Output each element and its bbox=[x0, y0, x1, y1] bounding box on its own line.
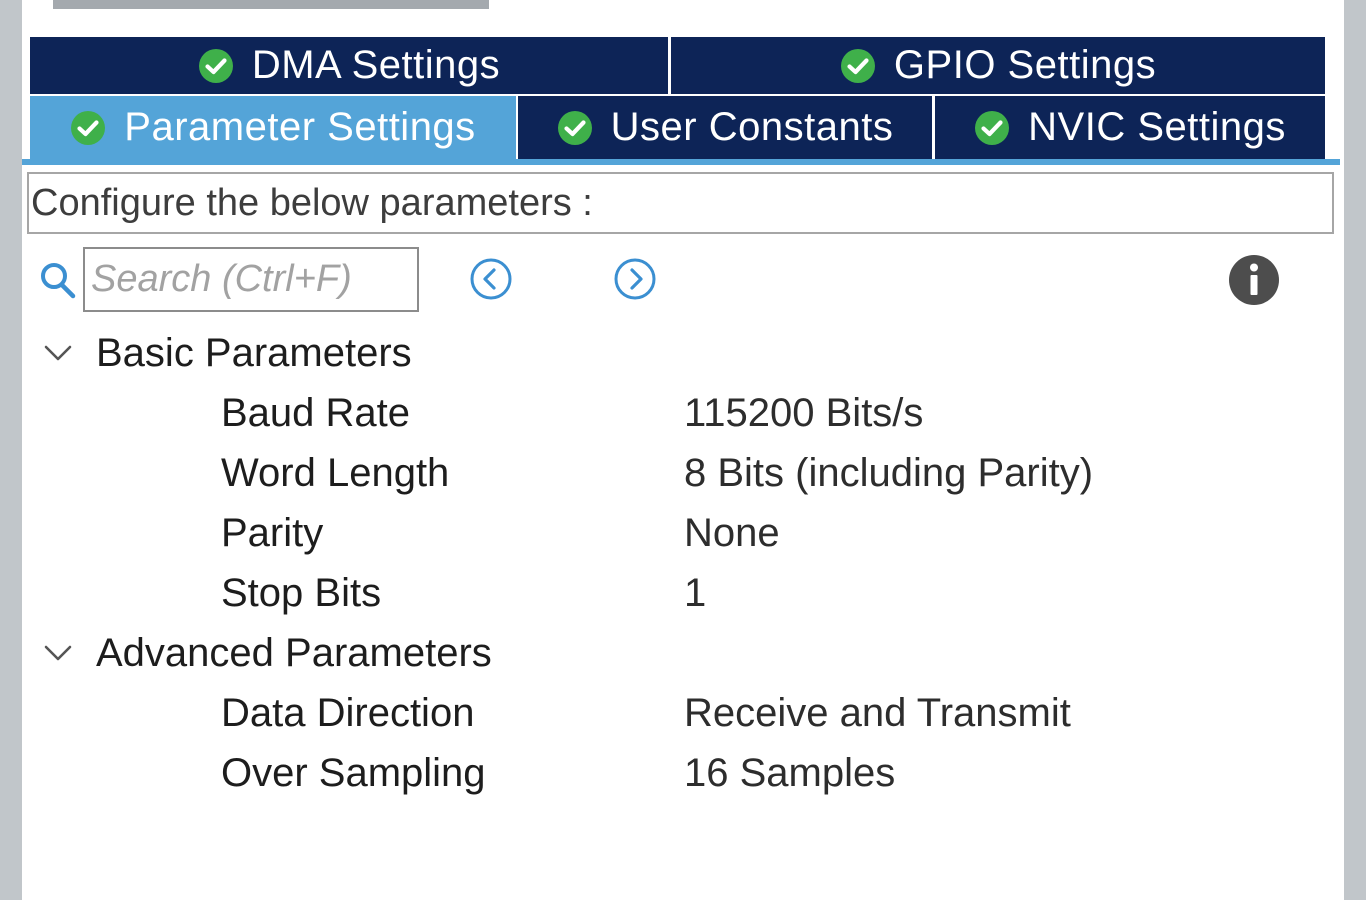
param-parity[interactable]: Parity bbox=[221, 508, 323, 558]
group-title: Advanced Parameters bbox=[96, 630, 492, 675]
tab-label: NVIC Settings bbox=[1028, 105, 1286, 149]
tab-label: Parameter Settings bbox=[124, 105, 476, 149]
search-input[interactable] bbox=[83, 247, 419, 312]
param-baud-rate[interactable]: Baud Rate bbox=[221, 388, 410, 438]
check-circle-icon bbox=[557, 110, 592, 145]
chevron-down-icon bbox=[44, 645, 72, 661]
param-word-length-value[interactable]: 8 Bits (including Parity) bbox=[684, 448, 1093, 498]
search-icon bbox=[41, 263, 76, 299]
horizontal-scrollbar-thumb[interactable] bbox=[53, 0, 489, 9]
tab-label: User Constants bbox=[610, 105, 894, 149]
check-circle-icon bbox=[975, 110, 1010, 145]
config-header-label: Configure the below parameters : bbox=[31, 181, 593, 224]
config-header: Configure the below parameters : bbox=[27, 172, 1334, 234]
tab-nvic-settings[interactable]: NVIC Settings bbox=[935, 96, 1325, 159]
param-stop-bits[interactable]: Stop Bits bbox=[221, 568, 381, 618]
param-parity-value[interactable]: None bbox=[684, 508, 780, 558]
circle-chevron-right-icon[interactable] bbox=[613, 257, 657, 301]
tab-underline bbox=[22, 159, 1340, 165]
tab-gpio-settings[interactable]: GPIO Settings bbox=[671, 37, 1325, 94]
param-data-direction-value[interactable]: Receive and Transmit bbox=[684, 688, 1071, 738]
info-icon[interactable] bbox=[1228, 254, 1280, 306]
circle-chevron-left-icon[interactable] bbox=[469, 257, 513, 301]
param-over-sampling[interactable]: Over Sampling bbox=[221, 748, 486, 798]
tab-user-constants[interactable]: User Constants bbox=[518, 96, 932, 159]
param-data-direction[interactable]: Data Direction bbox=[221, 688, 474, 738]
chevron-down-icon bbox=[44, 345, 72, 361]
group-advanced-parameters[interactable]: Advanced Parameters bbox=[40, 628, 492, 678]
check-circle-icon bbox=[198, 48, 233, 83]
check-circle-icon bbox=[71, 110, 106, 145]
param-over-sampling-value[interactable]: 16 Samples bbox=[684, 748, 895, 798]
param-stop-bits-value[interactable]: 1 bbox=[684, 568, 706, 618]
param-word-length[interactable]: Word Length bbox=[221, 448, 449, 498]
tab-parameter-settings[interactable]: Parameter Settings bbox=[30, 96, 516, 159]
check-circle-icon bbox=[840, 48, 875, 83]
group-title: Basic Parameters bbox=[96, 330, 412, 375]
param-baud-rate-value[interactable]: 115200 Bits/s bbox=[684, 388, 923, 438]
tab-label: DMA Settings bbox=[251, 43, 501, 87]
tab-dma-settings[interactable]: DMA Settings bbox=[30, 37, 668, 94]
tab-label: GPIO Settings bbox=[893, 43, 1157, 87]
group-basic-parameters[interactable]: Basic Parameters bbox=[40, 328, 412, 378]
